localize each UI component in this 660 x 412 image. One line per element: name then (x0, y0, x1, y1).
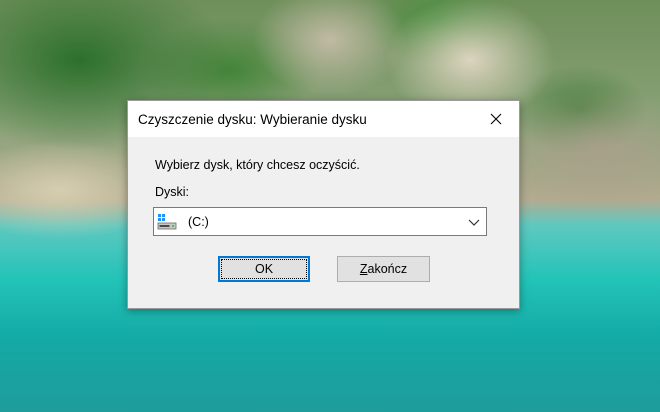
ok-button-label: OK (254, 262, 274, 276)
windows-drive-icon (157, 214, 177, 230)
drives-label: Dyski: (155, 185, 190, 199)
ok-button[interactable]: OK (218, 256, 310, 282)
instruction-text: Wybierz dysk, który chcesz oczyścić. (155, 158, 360, 172)
ok-button-focus-ring: OK (221, 259, 307, 279)
desktop-wallpaper: Czyszczenie dysku: Wybieranie dysku Wybi… (0, 0, 660, 412)
selected-drive: (C:) (188, 215, 209, 229)
close-icon (490, 113, 502, 125)
dialog-titlebar[interactable]: Czyszczenie dysku: Wybieranie dysku (128, 101, 519, 137)
disk-cleanup-drive-selection-dialog: Czyszczenie dysku: Wybieranie dysku Wybi… (127, 100, 520, 309)
exit-button-label: Zakończ (359, 262, 408, 276)
exit-button[interactable]: Zakończ (337, 256, 430, 282)
dialog-title: Czyszczenie dysku: Wybieranie dysku (138, 112, 367, 127)
chevron-down-icon (468, 219, 480, 226)
close-button[interactable] (473, 101, 519, 137)
drive-dropdown[interactable]: (C:) (153, 207, 487, 236)
